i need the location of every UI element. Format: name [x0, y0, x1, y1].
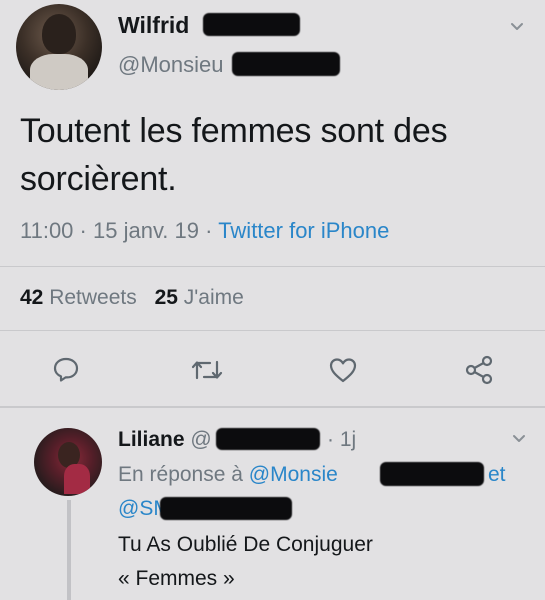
tweet-text-line1: Toutent les femmes sont des: [20, 112, 448, 150]
tweet-meta: 11:00 · 15 janv. 19 · Twitter for iPhone: [20, 218, 389, 244]
in-reply-prefix: En réponse à: [118, 463, 243, 486]
reply-icon[interactable]: [52, 355, 80, 383]
in-reply-to-line1: En réponse à @Monsie: [118, 463, 338, 487]
reply-text-line2: « Femmes »: [118, 567, 235, 590]
reply-header: Liliane @: [118, 428, 212, 452]
divider: [0, 406, 545, 408]
chevron-down-icon[interactable]: [512, 432, 526, 446]
likes-label: J'aime: [183, 286, 244, 309]
author-name[interactable]: Wilfrid: [118, 12, 189, 39]
divider: [0, 266, 545, 267]
author-avatar[interactable]: [16, 4, 102, 90]
redaction-in-reply-1: [380, 462, 484, 486]
retweet-icon[interactable]: [190, 357, 224, 383]
meta-separator: ·: [79, 218, 87, 243]
retweets-label: Retweets: [49, 286, 137, 309]
redaction-reply-handle: [216, 428, 320, 450]
in-reply-handle-1[interactable]: @Monsie: [249, 463, 338, 486]
reply-age: · 1j: [327, 428, 357, 451]
author-handle[interactable]: @Monsieu: [118, 52, 224, 78]
meta-separator: ·: [205, 218, 213, 243]
reply-author-name[interactable]: Liliane: [118, 428, 185, 451]
tweet-source-link[interactable]: Twitter for iPhone: [218, 218, 389, 243]
chevron-down-icon[interactable]: [510, 20, 524, 34]
reply-author-handle[interactable]: @: [190, 428, 211, 451]
tweet-stats: 42 Retweets 25 J'aime: [20, 286, 244, 310]
reply-text-line1: Tu As Oublié De Conjuguer: [118, 533, 373, 556]
heart-icon[interactable]: [328, 356, 358, 384]
in-reply-conjunction: et: [488, 463, 506, 486]
likes-stat[interactable]: 25 J'aime: [155, 286, 244, 309]
reply-author-avatar[interactable]: [34, 428, 102, 496]
share-icon[interactable]: [464, 355, 494, 385]
thread-line: [67, 500, 71, 600]
retweets-count: 42: [20, 286, 44, 309]
redaction-in-reply-2: [160, 497, 292, 520]
retweets-stat[interactable]: 42 Retweets: [20, 286, 143, 309]
divider: [0, 330, 545, 331]
redaction-handle: [232, 52, 340, 76]
tweet-date: 15 janv. 19: [93, 218, 200, 243]
tweet-text-line2: sorcièrent.: [20, 160, 177, 198]
tweet-time: 11:00: [20, 218, 74, 243]
redaction-name: [203, 13, 300, 36]
likes-count: 25: [154, 286, 178, 309]
